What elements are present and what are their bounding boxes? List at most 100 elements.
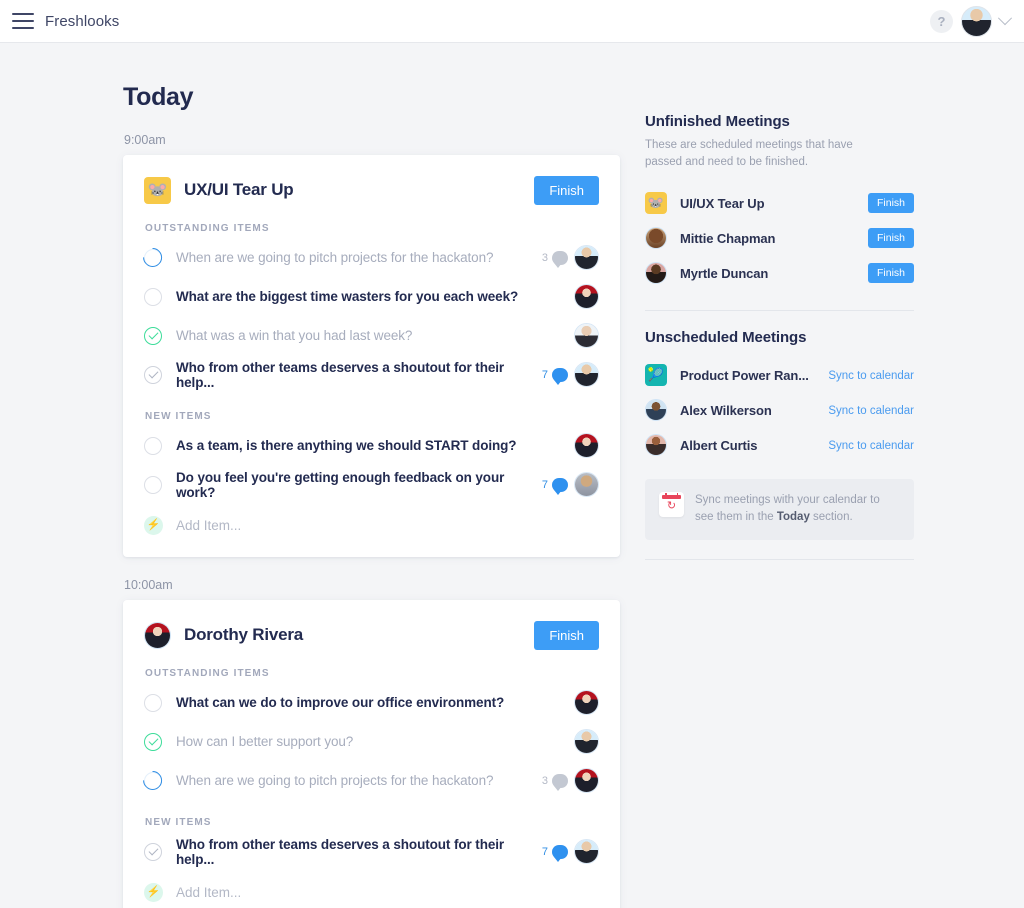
finish-button[interactable]: Finish — [867, 193, 914, 213]
unscheduled-meetings-title: Unscheduled Meetings — [645, 328, 807, 346]
avatar[interactable] — [574, 690, 599, 715]
meeting-tile-icon: 🐭 — [144, 176, 171, 204]
main-column: Today 9:00am 🐭 UX/UI Tear Up Finish OUTS… — [0, 43, 645, 908]
meeting-title: UX/UI Tear Up — [184, 180, 294, 199]
list-item-label: Myrtle Duncan — [680, 265, 769, 281]
list-item[interactable]: Albert Curtis Sync to calendar — [645, 428, 914, 463]
page-body: Today 9:00am 🐭 UX/UI Tear Up Finish OUTS… — [0, 43, 1024, 908]
list-item-meta — [574, 433, 599, 458]
avatar[interactable] — [574, 245, 599, 270]
unfinished-meetings-title: Unfinished Meetings — [645, 113, 790, 130]
avatar[interactable] — [574, 323, 599, 348]
status-empty-icon[interactable] — [144, 693, 162, 712]
list-item[interactable]: How can I better support you? — [144, 722, 599, 761]
list-item-label: What are the biggest time wasters for yo… — [176, 289, 519, 304]
brand-title: Freshlooks — [45, 12, 120, 30]
sync-to-calendar-link[interactable]: Sync to calendar — [828, 370, 914, 382]
help-icon[interactable]: ? — [930, 9, 953, 33]
list-item-meta: 7 — [542, 839, 599, 864]
sync-hint-box: ↻ Sync meetings with your calendar to se… — [645, 478, 914, 541]
list-item-label: Mittie Chapman — [680, 230, 776, 246]
finish-button[interactable]: Finish — [867, 263, 914, 283]
comment-count: 7 — [541, 368, 548, 381]
chevron-down-icon[interactable] — [997, 11, 1013, 26]
list-item-label: Who from other teams deserves a shoutout… — [176, 836, 505, 867]
avatar[interactable] — [574, 839, 599, 864]
divider — [645, 309, 914, 311]
hamburger-icon[interactable] — [12, 13, 34, 29]
section-label-outstanding: OUTSTANDING ITEMS — [145, 668, 270, 679]
list-item-action: Finish — [867, 193, 914, 213]
avatar[interactable] — [574, 729, 599, 754]
list-item-action: Finish — [867, 228, 914, 248]
comment-badge[interactable]: 7 — [542, 844, 568, 862]
sync-to-calendar-link[interactable]: Sync to calendar — [828, 405, 914, 417]
status-progress-icon[interactable] — [144, 248, 162, 267]
list-item-action: Sync to calendar — [828, 436, 914, 454]
list-item[interactable]: What are the biggest time wasters for yo… — [144, 277, 599, 316]
avatar[interactable] — [574, 362, 599, 387]
status-empty-icon[interactable] — [144, 287, 162, 306]
list-item[interactable]: What was a win that you had last week? — [144, 316, 599, 355]
sync-to-calendar-link[interactable]: Sync to calendar — [828, 440, 914, 452]
meeting-tile-icon: 🐭 — [645, 192, 667, 214]
comment-badge[interactable]: 7 — [541, 477, 568, 495]
comment-count: 7 — [541, 478, 548, 491]
status-done-icon[interactable] — [144, 732, 162, 751]
add-item-label: Add Item... — [176, 884, 242, 900]
list-item[interactable]: Alex Wilkerson Sync to calendar — [645, 393, 914, 428]
avatar[interactable] — [574, 433, 599, 458]
page-title: Today — [123, 83, 194, 111]
top-bar-actions: ? — [930, 5, 1013, 37]
avatar — [645, 227, 667, 249]
status-empty-icon[interactable] — [144, 436, 162, 455]
list-item[interactable]: As a team, is there anything we should S… — [144, 426, 599, 465]
meeting-time: 9:00am — [124, 133, 166, 147]
add-item-row[interactable]: ⚡ Add Item... — [144, 874, 599, 908]
list-item[interactable]: Who from other teams deserves a shoutout… — [144, 832, 599, 871]
list-item-label: Who from other teams deserves a shoutout… — [176, 359, 505, 390]
sidebar: Unfinished Meetings These are scheduled … — [645, 43, 1024, 908]
list-item-action: Finish — [867, 263, 914, 283]
finish-button[interactable]: Finish — [867, 228, 914, 248]
list-item-label: When are we going to pitch projects for … — [176, 773, 494, 788]
section-label-outstanding: OUTSTANDING ITEMS — [145, 223, 270, 234]
list-item[interactable]: 🐭 UI/UX Tear Up Finish — [645, 186, 914, 221]
comment-badge[interactable]: 3 — [542, 250, 568, 268]
avatar[interactable] — [574, 284, 599, 309]
add-item-row[interactable]: ⚡ Add Item... — [144, 507, 599, 543]
meeting-card-header: Dorothy Rivera Finish — [144, 619, 599, 651]
list-item[interactable]: Mittie Chapman Finish — [645, 221, 914, 256]
finish-button[interactable]: Finish — [534, 175, 599, 205]
status-done-muted-icon[interactable] — [144, 842, 162, 861]
comment-badge[interactable]: 7 — [541, 367, 568, 385]
list-item[interactable]: 🎾 Product Power Ran... Sync to calendar — [645, 358, 914, 393]
meeting-time: 10:00am — [124, 578, 173, 592]
unfinished-meetings-description: These are scheduled meetings that have p… — [645, 139, 853, 169]
avatar[interactable] — [574, 768, 599, 793]
finish-button[interactable]: Finish — [534, 620, 599, 650]
list-item-label: As a team, is there anything we should S… — [176, 438, 517, 453]
comment-bubble-icon — [552, 477, 568, 495]
list-item[interactable]: Do you feel you're getting enough feedba… — [144, 465, 599, 504]
avatar[interactable] — [574, 472, 599, 497]
list-item[interactable]: When are we going to pitch projects for … — [144, 238, 599, 277]
comment-bubble-icon — [552, 773, 568, 791]
status-progress-icon[interactable] — [144, 771, 162, 790]
status-done-muted-icon[interactable] — [144, 365, 162, 384]
list-item-label: Do you feel you're getting enough feedba… — [176, 469, 505, 500]
calendar-sync-icon: ↻ — [659, 491, 684, 517]
meeting-title: Dorothy Rivera — [184, 625, 304, 644]
list-item[interactable]: Who from other teams deserves a shoutout… — [144, 355, 599, 394]
status-empty-icon[interactable] — [144, 475, 162, 494]
list-item[interactable]: Myrtle Duncan Finish — [645, 256, 914, 291]
list-item-meta: 7 — [542, 472, 599, 497]
avatar[interactable] — [961, 5, 992, 37]
list-item-meta: 3 — [542, 768, 599, 793]
list-item[interactable]: When are we going to pitch projects for … — [144, 761, 599, 800]
divider — [645, 559, 914, 561]
status-done-icon[interactable] — [144, 326, 162, 345]
comment-badge[interactable]: 3 — [542, 773, 568, 791]
list-item[interactable]: What can we do to improve our office env… — [144, 683, 599, 722]
list-item-label: How can I better support you? — [176, 734, 354, 749]
